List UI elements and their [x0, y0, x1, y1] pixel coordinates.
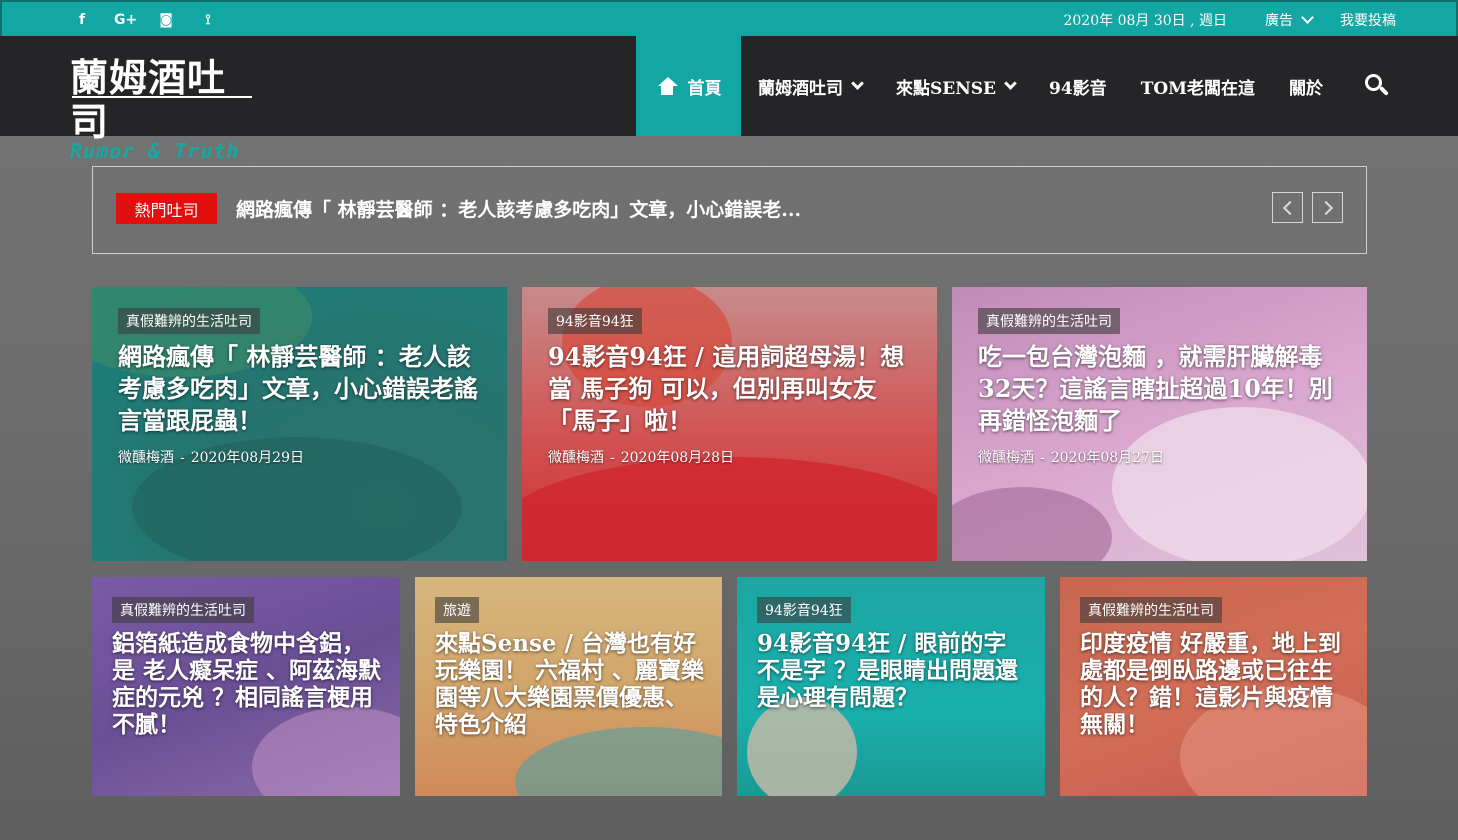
chevron-down-icon [851, 77, 864, 90]
card-category[interactable]: 94影音94狂 [548, 308, 642, 334]
card-title[interactable]: 94影音94狂 / 這用詞超母湯！想當 馬子狗 可以，但別再叫女友「馬子」啦！ [548, 341, 918, 437]
top-bar-right: 2020年 08月 30日 , 週日 廣告 我要投稿 [1063, 2, 1396, 38]
main-nav: 首頁 蘭姆酒吐司 來點SENSE 94影音 TOM老闆在這 關於 [636, 36, 1406, 136]
card-date: 2020年08月28日 [620, 450, 734, 466]
logo-english: Rumor & Truth [70, 139, 240, 163]
search-icon [1364, 74, 1389, 98]
card-author[interactable]: 微醺梅酒 [978, 450, 1034, 466]
instagram-icon[interactable]: ◙ [156, 12, 176, 28]
submit-article-link[interactable]: 我要投稿 [1340, 10, 1396, 30]
card-category[interactable]: 真假難辨的生活吐司 [1080, 597, 1222, 623]
card-title[interactable]: 印度疫情 好嚴重，地上到處都是倒臥路邊或已往生的人？錯！這影片與疫情無關！ [1080, 630, 1350, 738]
site-logo[interactable]: 蘭姆酒吐司 Rumor & Truth [70, 56, 260, 161]
article-card[interactable]: 真假難辨的生活吐司 鋁箔紙造成食物中含鋁，是 老人癡呆症 、阿茲海默症的元兇 ？… [92, 577, 400, 796]
card-meta: 微醺梅酒 -2020年08月28日 [548, 450, 734, 466]
ticker-next-button[interactable] [1312, 192, 1343, 223]
nav-video[interactable]: 94影音 [1032, 36, 1124, 136]
top-bar: f G+ ◙ ⟟ 2020年 08月 30日 , 週日 廣告 我要投稿 [0, 0, 1458, 36]
ticker-prev-button[interactable] [1272, 192, 1303, 223]
card-meta: 微醺梅酒 -2020年08月29日 [118, 450, 304, 466]
nav-search[interactable] [1340, 36, 1406, 136]
featured-card[interactable]: 94影音94狂 94影音94狂 / 這用詞超母湯！想當 馬子狗 可以，但別再叫女… [522, 287, 937, 561]
card-title[interactable]: 吃一包台灣泡麵 ，就需肝臟解毒32天？這謠言瞎扯超過10年！別再錯怪泡麵了 [978, 341, 1348, 437]
social-links: f G+ ◙ ⟟ [72, 2, 218, 38]
trending-label: 熱門吐司 [116, 193, 217, 224]
card-meta: 微醺梅酒 -2020年08月27日 [978, 450, 1164, 466]
card-author[interactable]: 微醺梅酒 [548, 450, 604, 466]
article-card[interactable]: 94影音94狂 94影音94狂 / 眼前的字不是字 ？是眼睛出問題還是心理有問題… [737, 577, 1045, 796]
nav-tom-label: TOM老闆在這 [1140, 78, 1255, 99]
featured-card[interactable]: 真假難辨的生活吐司 網路瘋傳「 林靜芸醫師 ：老人該考慮多吃肉」文章，小心錯誤老… [92, 287, 507, 561]
nav-sense-label: 來點SENSE [896, 78, 997, 99]
nav-rum-toast[interactable]: 蘭姆酒吐司 [741, 36, 879, 136]
card-date: 2020年08月27日 [1050, 450, 1164, 466]
article-card[interactable]: 旅遊 來點Sense / 台灣也有好玩樂園！ 六福村 、麗寶樂園等八大樂園票價優… [415, 577, 722, 796]
chevron-down-icon [1004, 77, 1017, 90]
facebook-icon[interactable]: f [72, 12, 92, 28]
card-category[interactable]: 真假難辨的生活吐司 [112, 597, 254, 623]
chevron-right-icon [1318, 200, 1333, 215]
card-category[interactable]: 94影音94狂 [757, 597, 851, 623]
logo-chinese: 蘭姆酒吐司 [70, 55, 227, 144]
chevron-left-icon [1282, 200, 1297, 215]
site-header: 蘭姆酒吐司 Rumor & Truth 首頁 蘭姆酒吐司 來點SENSE 94影… [0, 36, 1458, 161]
card-category[interactable]: 旅遊 [435, 597, 479, 623]
chevron-down-icon [1301, 11, 1314, 24]
nav-home-label: 首頁 [687, 78, 722, 99]
card-category[interactable]: 真假難辨的生活吐司 [978, 308, 1120, 334]
card-category[interactable]: 真假難辨的生活吐司 [118, 308, 260, 334]
trending-headline[interactable]: 網路瘋傳「 林靜芸醫師 ：老人該考慮多吃肉」文章，小心錯誤老... [236, 195, 801, 222]
nav-about-label: 關於 [1288, 78, 1323, 99]
featured-card[interactable]: 真假難辨的生活吐司 吃一包台灣泡麵 ，就需肝臟解毒32天？這謠言瞎扯超過10年！… [952, 287, 1367, 561]
card-title[interactable]: 網路瘋傳「 林靜芸醫師 ：老人該考慮多吃肉」文章，小心錯誤老謠言當跟屁蟲！ [118, 341, 488, 437]
article-card[interactable]: 真假難辨的生活吐司 印度疫情 好嚴重，地上到處都是倒臥路邊或已往生的人？錯！這影… [1060, 577, 1367, 796]
nav-home[interactable]: 首頁 [636, 36, 741, 136]
trending-ticker: 熱門吐司 網路瘋傳「 林靜芸醫師 ：老人該考慮多吃肉」文章，小心錯誤老... [92, 166, 1367, 254]
card-author[interactable]: 微醺梅酒 [118, 450, 174, 466]
nav-sense[interactable]: 來點SENSE [879, 36, 1032, 136]
nav-video-label: 94影音 [1049, 78, 1107, 99]
ad-menu[interactable]: 廣告 [1265, 10, 1314, 30]
card-title[interactable]: 來點Sense / 台灣也有好玩樂園！ 六福村 、麗寶樂園等八大樂園票價優惠、特… [435, 630, 710, 738]
google-plus-icon[interactable]: G+ [114, 12, 137, 28]
nav-about[interactable]: 關於 [1272, 36, 1340, 136]
current-date: 2020年 08月 30日 , 週日 [1063, 13, 1227, 29]
nav-rum-toast-label: 蘭姆酒吐司 [758, 78, 843, 99]
card-title[interactable]: 94影音94狂 / 眼前的字不是字 ？是眼睛出問題還是心理有問題？ [757, 630, 1027, 711]
rss-icon[interactable]: ⟟ [198, 12, 218, 28]
card-title[interactable]: 鋁箔紙造成食物中含鋁，是 老人癡呆症 、阿茲海默症的元兇 ？相同謠言梗用不膩！ [112, 630, 382, 738]
logo-underline [72, 96, 252, 98]
nav-tom[interactable]: TOM老闆在這 [1124, 36, 1272, 136]
ad-menu-label: 廣告 [1265, 13, 1293, 29]
card-date: 2020年08月29日 [190, 450, 304, 466]
home-icon [656, 77, 678, 95]
